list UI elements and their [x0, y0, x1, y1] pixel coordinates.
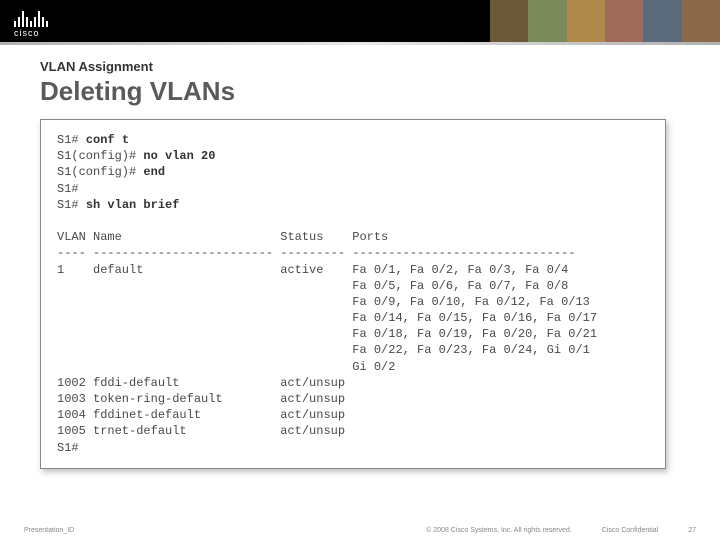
cisco-logo: cisco — [14, 9, 48, 38]
cisco-logo-text: cisco — [14, 28, 40, 38]
slide-footer: Presentation_ID © 2008 Cisco Systems, In… — [0, 527, 720, 534]
footer-page-number: 27 — [688, 527, 696, 534]
slide-title: Deleting VLANs — [40, 76, 680, 107]
terminal-output: S1# conf t S1(config)# no vlan 20 S1(con… — [43, 122, 663, 466]
header-band: cisco — [0, 0, 720, 42]
footer-confidential: Cisco Confidential — [602, 527, 658, 534]
terminal-frame: S1# conf t S1(config)# no vlan 20 S1(con… — [40, 119, 666, 469]
slide-content: VLAN Assignment Deleting VLANs S1# conf … — [0, 45, 720, 469]
header-photo-strip — [490, 0, 720, 42]
slide-subtitle: VLAN Assignment — [40, 59, 680, 74]
footer-copyright: © 2008 Cisco Systems, Inc. All rights re… — [426, 527, 572, 534]
cisco-logo-bars — [14, 9, 48, 27]
footer-presentation-id: Presentation_ID — [24, 527, 74, 534]
